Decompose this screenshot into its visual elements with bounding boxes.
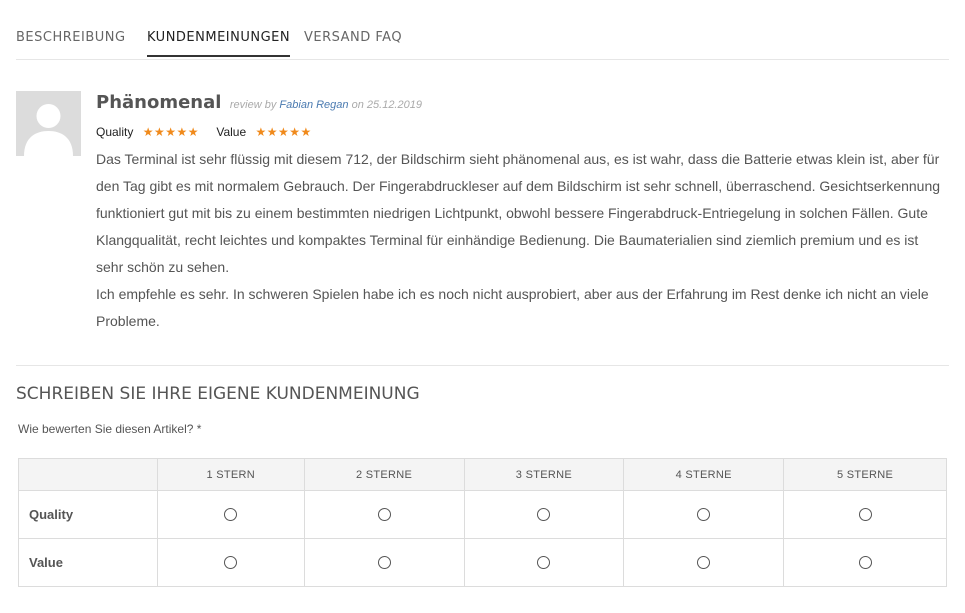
radio-value-1[interactable] (224, 556, 238, 569)
rating-table-header: 1 STERN 2 STERNE 3 STERNE 4 STERNE 5 STE… (18, 458, 947, 491)
radio-quality-1[interactable] (224, 508, 238, 521)
table-row-value: Value (18, 538, 947, 587)
review-form-title: SCHREIBEN SIE IHRE EIGENE KUNDENMEINUNG (16, 384, 420, 404)
review-paragraph-2: Ich empfehle es sehr. In schweren Spiele… (96, 286, 929, 329)
rating-table-corner (18, 458, 158, 491)
column-header-4-sterne: 4 STERNE (623, 458, 785, 491)
row-label-quality: Quality (18, 490, 158, 539)
review-by-text: review by (229, 99, 277, 111)
radio-cell (156, 490, 305, 539)
radio-cell (783, 538, 947, 587)
radio-value-2[interactable] (377, 556, 391, 569)
radio-cell (303, 538, 465, 587)
radio-cell (623, 490, 785, 539)
section-divider (16, 365, 949, 366)
review-header: Phänomenal review by Fabian Regan on 25.… (96, 92, 946, 118)
review-date: 25.12.2019 (366, 99, 422, 111)
tab-kundenmeinungen[interactable]: KUNDENMEINUNGEN (147, 30, 291, 57)
review-on-text: on (351, 99, 364, 111)
rating-table: 1 STERN 2 STERNE 3 STERNE 4 STERNE 5 STE… (18, 458, 947, 587)
radio-quality-5[interactable] (858, 508, 872, 521)
column-header-5-sterne: 5 STERNE (783, 458, 947, 491)
radio-cell (463, 538, 625, 587)
review-body: Das Terminal ist sehr flüssig mit diesem… (96, 146, 946, 335)
column-header-3-sterne: 3 STERNE (463, 458, 625, 491)
review-title: Phänomenal (96, 92, 222, 113)
radio-quality-3[interactable] (537, 508, 551, 521)
radio-quality-4[interactable] (697, 508, 711, 521)
tab-beschreibung[interactable]: BESCHREIBUNG (16, 30, 126, 57)
radio-cell (463, 490, 625, 539)
radio-value-4[interactable] (697, 556, 711, 569)
row-label-value: Value (18, 538, 158, 587)
review-author: Fabian Regan (279, 99, 349, 111)
review-ratings: Quality ★★★★★ Value ★★★★★ (96, 124, 946, 142)
review-form-question: Wie bewerten Sie diesen Artikel? * (18, 422, 202, 436)
radio-quality-2[interactable] (377, 508, 391, 521)
column-header-2-sterne: 2 STERNE (303, 458, 465, 491)
product-tabs: BESCHREIBUNG KUNDENMEINUNGEN VERSAND FAQ (16, 0, 949, 60)
reviewer-avatar-icon (16, 91, 81, 156)
radio-cell (303, 490, 465, 539)
review-paragraph-1: Das Terminal ist sehr flüssig mit diesem… (96, 151, 941, 275)
radio-cell (623, 538, 785, 587)
radio-value-3[interactable] (537, 556, 551, 569)
star-icon-rating-quality: ★★★★★ (142, 124, 199, 139)
rating-label-value: Value (216, 124, 247, 139)
table-row-quality: Quality (18, 490, 947, 539)
review-meta: review by Fabian Regan on 25.12.2019 (230, 99, 422, 111)
radio-cell (783, 490, 947, 539)
review-item: Phänomenal review by Fabian Regan on 25.… (96, 92, 946, 335)
radio-cell (156, 538, 305, 587)
rating-label-quality: Quality (96, 124, 134, 139)
tab-versand-faq[interactable]: VERSAND FAQ (304, 30, 402, 57)
star-icon-rating-value: ★★★★★ (255, 124, 312, 139)
radio-value-5[interactable] (858, 556, 872, 569)
column-header-1-stern: 1 STERN (156, 458, 305, 491)
